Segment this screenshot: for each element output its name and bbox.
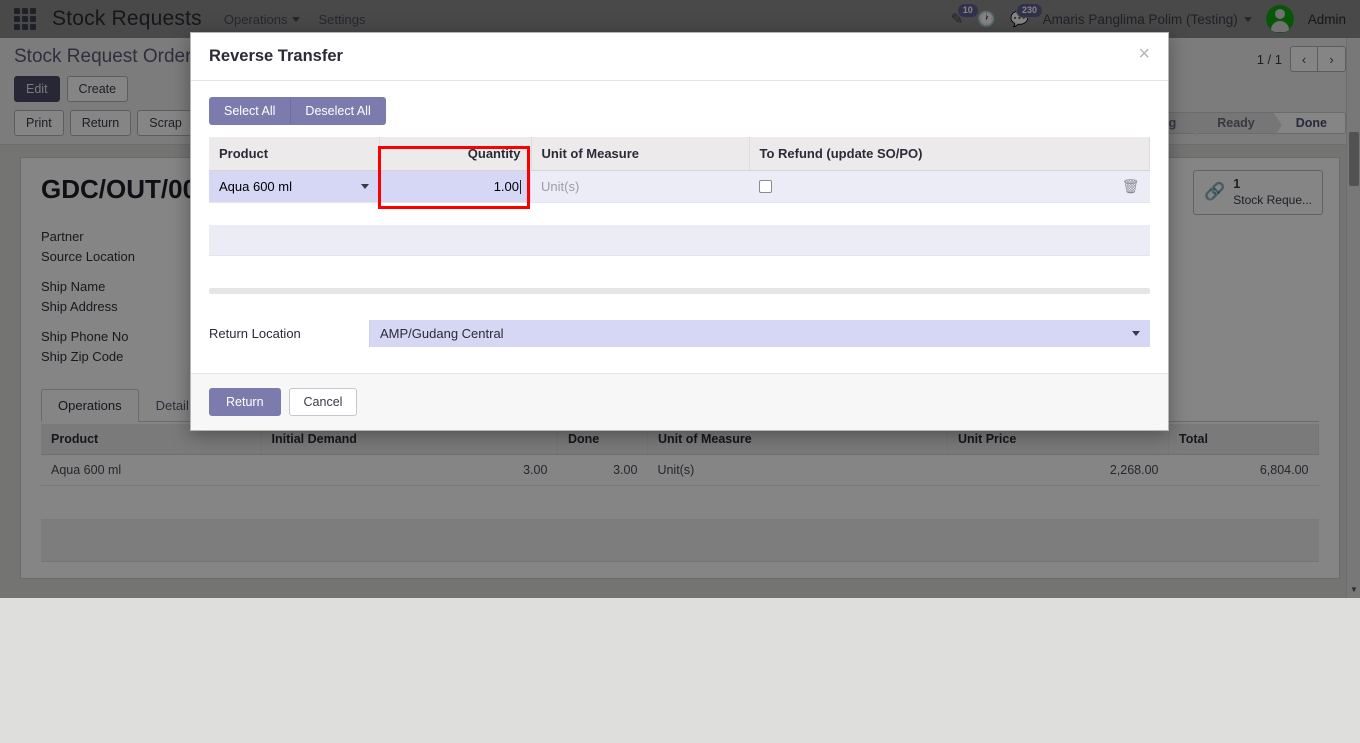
product-value: Aqua 600 ml <box>219 179 292 194</box>
column-quantity: Quantity <box>379 137 531 171</box>
close-icon[interactable]: × <box>1138 47 1150 61</box>
table-row-filler <box>209 225 1150 256</box>
product-select[interactable]: Aqua 600 ml <box>209 171 379 202</box>
return-location-select[interactable]: AMP/Gudang Central <box>369 320 1150 347</box>
quantity-value: 1.00 <box>494 179 519 194</box>
section-divider <box>209 288 1150 294</box>
cell-product[interactable]: Aqua 600 ml <box>209 171 379 203</box>
selection-buttons: Select All Deselect All <box>209 97 1150 125</box>
chevron-down-icon <box>361 184 369 189</box>
cell-unit-of-measure[interactable]: Unit(s) <box>531 171 749 203</box>
dialog-footer: Return Cancel <box>191 373 1168 430</box>
lines-header-row: Product Quantity Unit of Measure To Refu… <box>209 137 1150 171</box>
table-row-empty-spacer <box>209 203 1150 225</box>
column-product: Product <box>209 137 379 171</box>
table-row[interactable]: Aqua 600 ml 1.00 Unit(s) <box>209 171 1150 203</box>
cell-quantity[interactable]: 1.00 <box>379 171 531 203</box>
trash-icon[interactable]: 🗑 <box>1122 178 1140 195</box>
quantity-input[interactable]: 1.00 <box>379 171 531 202</box>
cancel-button[interactable]: Cancel <box>289 388 358 416</box>
cell-to-refund[interactable]: 🗑 <box>749 171 1150 203</box>
text-cursor <box>520 180 521 194</box>
to-refund-checkbox[interactable] <box>759 180 772 193</box>
deselect-all-button[interactable]: Deselect All <box>290 97 385 125</box>
return-location-row: Return Location AMP/Gudang Central <box>209 320 1150 351</box>
dialog-body: Select All Deselect All Product Quantity… <box>191 81 1168 351</box>
uom-value: Unit(s) <box>531 171 749 202</box>
select-all-button[interactable]: Select All <box>209 97 290 125</box>
dialog-title: Reverse Transfer <box>209 47 343 66</box>
reverse-transfer-dialog: Reverse Transfer × Select All Deselect A… <box>190 32 1169 431</box>
return-location-label: Return Location <box>209 326 369 341</box>
chevron-down-icon <box>1132 331 1140 336</box>
body-spacer <box>209 256 1150 288</box>
dialog-header: Reverse Transfer × <box>191 33 1168 81</box>
column-to-refund: To Refund (update SO/PO) <box>749 137 1150 171</box>
reverse-transfer-lines-table: Product Quantity Unit of Measure To Refu… <box>209 137 1150 256</box>
return-location-value: AMP/Gudang Central <box>380 326 504 341</box>
column-unit-of-measure: Unit of Measure <box>531 137 749 171</box>
return-submit-button[interactable]: Return <box>209 388 281 416</box>
